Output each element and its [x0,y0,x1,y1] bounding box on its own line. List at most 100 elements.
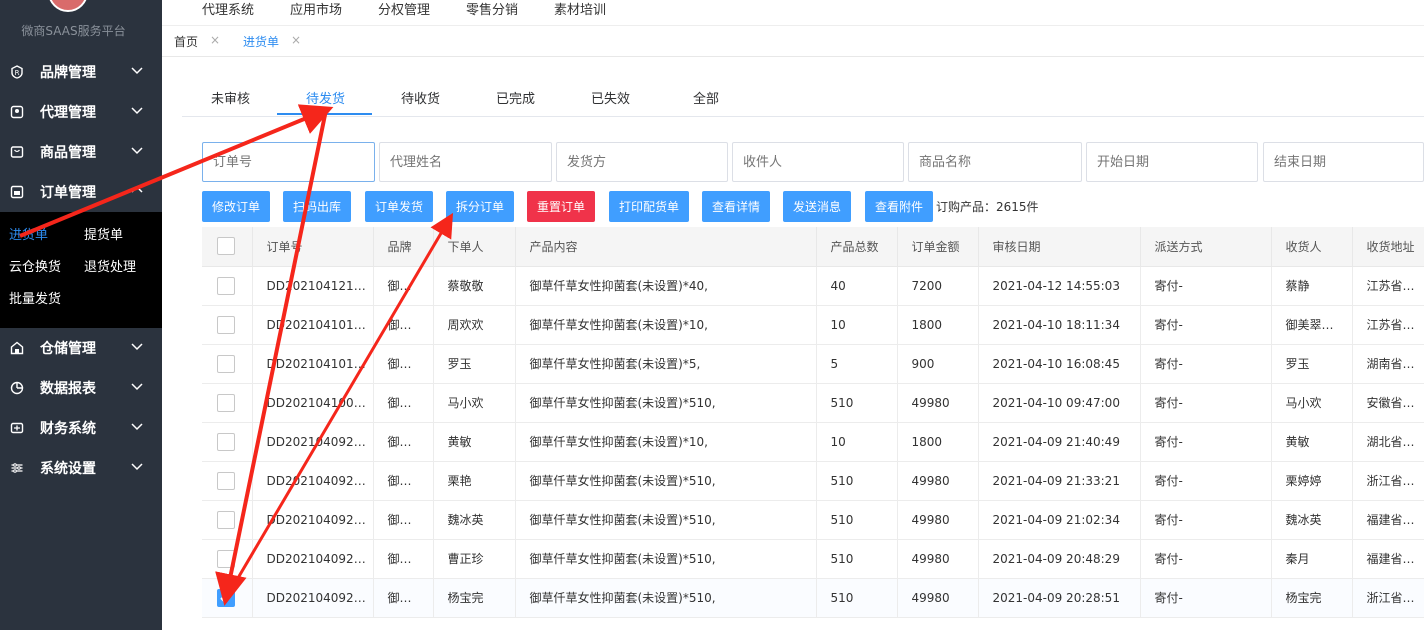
row-checkbox[interactable] [217,393,235,412]
row-select-cell [202,422,253,462]
close-icon[interactable]: × [210,33,220,47]
sidebar-item-brand[interactable]: R 品牌管理 [0,52,162,92]
end-date-input[interactable] [1263,142,1424,182]
tab-expired[interactable]: 已失效 [591,88,630,107]
order-summary: 订购产品：2615件 [936,200,1039,214]
cell-date: 2021-04-09 21:02:34 [978,500,1141,540]
table-row[interactable]: DD202104092… 御… 曹正珍 御草仟草女性抑菌套(未设置)*510, 510 4… [202,539,1424,579]
table-row[interactable]: DD202104100… 御… 马小欢 御草仟草女性抑菌套(未设置)*510, 510 4… [202,383,1424,423]
topnav-app-market[interactable]: 应用市场 [290,0,342,18]
reset-order-button[interactable]: 重置订单 [527,191,595,222]
logo-area: 微商SAAS服务平台 [0,0,162,52]
table-row[interactable]: DD202104101… 御… 周欢欢 御草仟草女性抑菌套(未设置)*10, 10 180… [202,305,1424,345]
sidebar-item-agent[interactable]: 代理管理 [0,92,162,132]
chevron-down-icon [130,379,144,397]
tab-unreviewed[interactable]: 未审核 [211,88,250,107]
table-row[interactable]: DD202104092… 御… 栗艳 御草仟草女性抑菌套(未设置)*510, 510 49… [202,461,1424,501]
agent-name-input[interactable] [379,142,552,182]
chevron-down-icon [130,459,144,477]
cell-receiver: 蔡静 [1271,266,1353,306]
column-header[interactable]: 订单金额 [897,227,979,267]
table-row[interactable]: DD202104092… 御… 魏冰英 御草仟草女性抑菌套(未设置)*510, 510 4… [202,500,1424,540]
sidebar-item-goods[interactable]: 商品管理 [0,132,162,172]
table-row[interactable]: DD202104092… 御… 黄敏 御草仟草女性抑菌套(未设置)*10, 10 1800… [202,422,1424,462]
cell-qty: 510 [816,500,898,540]
tab-pending-shipment[interactable]: 待发货 [306,88,345,107]
sidebar-item-settings[interactable]: 系统设置 [0,448,162,488]
product-name-input[interactable] [908,142,1082,182]
submenu-item-cloud-exchange[interactable]: 云仓换货 [0,256,75,288]
tab-completed[interactable]: 已完成 [496,88,535,107]
shipper-input[interactable] [556,142,728,182]
order-no-input[interactable] [202,142,375,182]
table-row[interactable]: DD202104092… 御… 杨宝完 御草仟草女性抑菌套(未设置)*510, 510 4… [202,578,1424,618]
table-row[interactable]: DD202104121… 御… 蔡敬敬 御草仟草女性抑菌套(未设置)*40, 40 720… [202,266,1424,306]
select-all-checkbox[interactable] [217,237,235,256]
row-checkbox[interactable] [217,432,235,451]
print-picking-list-button[interactable]: 打印配货单 [609,191,689,222]
column-header[interactable]: 收货人 [1271,227,1353,267]
split-order-button[interactable]: 拆分订单 [446,191,514,222]
start-date-input[interactable] [1086,142,1258,182]
submenu-item-pickup-order[interactable]: 提货单 [75,224,150,256]
cell-buyer: 魏冰英 [433,500,516,540]
row-checkbox[interactable] [217,588,235,607]
topnav-retail[interactable]: 零售分销 [466,0,518,18]
sidebar-item-reports[interactable]: 数据报表 [0,368,162,408]
tab-all[interactable]: 全部 [693,88,719,107]
modify-order-button[interactable]: 修改订单 [202,191,270,222]
topnav-permission[interactable]: 分权管理 [378,0,430,18]
receiver-input[interactable] [732,142,904,182]
cell-amount: 49980 [897,383,979,423]
orders-table: 订单号 品牌 下单人 产品内容 产品总数 订单金额 审核日期 派送方式 收货人 … [202,227,1424,618]
column-header[interactable]: 派送方式 [1140,227,1272,267]
view-details-button[interactable]: 查看详情 [702,191,770,222]
tab-home[interactable]: 首页 [174,33,198,50]
row-checkbox[interactable] [217,510,235,529]
row-checkbox[interactable] [217,276,235,295]
row-checkbox[interactable] [217,315,235,334]
cell-address: 湖南省湘西 [1352,344,1424,384]
column-header[interactable]: 订单号 [252,227,374,267]
column-header[interactable]: 产品内容 [515,227,817,267]
topnav-training[interactable]: 素材培训 [554,0,606,18]
sidebar-item-label: 财务系统 [40,421,96,437]
sidebar-item-finance[interactable]: 财务系统 [0,408,162,448]
cell-amount: 49980 [897,539,979,579]
avatar[interactable] [48,0,88,12]
submenu-item-returns[interactable]: 退货处理 [75,256,150,288]
cell-order: DD202104092… [252,539,374,579]
column-header[interactable]: 产品总数 [816,227,898,267]
topnav-agent-system[interactable]: 代理系统 [202,0,254,18]
submenu-item-purchase-order[interactable]: 进货单 [0,224,75,256]
ship-order-button[interactable]: 订单发货 [365,191,433,222]
row-checkbox[interactable] [217,354,235,373]
scan-out-button[interactable]: 扫码出库 [283,191,351,222]
tab-purchase-order[interactable]: 进货单 [243,33,279,50]
cell-receiver: 马小欢 [1271,383,1353,423]
cell-product: 御草仟草女性抑菌套(未设置)*510, [515,539,817,579]
tab-pending-receipt[interactable]: 待收货 [401,88,440,107]
sidebar-item-warehouse[interactable]: 仓储管理 [0,328,162,368]
chart-pie-icon [10,381,24,395]
cell-amount: 49980 [897,500,979,540]
submenu-item-batch-ship[interactable]: 批量发货 [0,288,75,320]
view-attachments-button[interactable]: 查看附件 [865,191,933,222]
cell-ship: 寄付- [1140,383,1272,423]
column-header[interactable]: 品牌 [373,227,434,267]
close-icon[interactable]: × [291,33,301,47]
column-header[interactable]: 下单人 [433,227,516,267]
send-message-button[interactable]: 发送消息 [783,191,851,222]
sidebar-item-order[interactable]: 订单管理 [0,172,162,212]
column-header[interactable]: 收货地址 [1352,227,1424,267]
row-checkbox[interactable] [217,549,235,568]
brand-icon: R [10,65,24,79]
row-select-cell [202,539,253,579]
row-checkbox[interactable] [217,471,235,490]
chevron-down-icon [130,143,144,161]
cell-address: 安徽省阜阳 [1352,383,1424,423]
column-header[interactable]: 审核日期 [978,227,1141,267]
table-row[interactable]: DD202104101… 御… 罗玉 御草仟草女性抑菌套(未设置)*5, 5 900 202… [202,344,1424,384]
sidebar-item-label: 品牌管理 [40,65,96,81]
chevron-down-icon [130,419,144,437]
